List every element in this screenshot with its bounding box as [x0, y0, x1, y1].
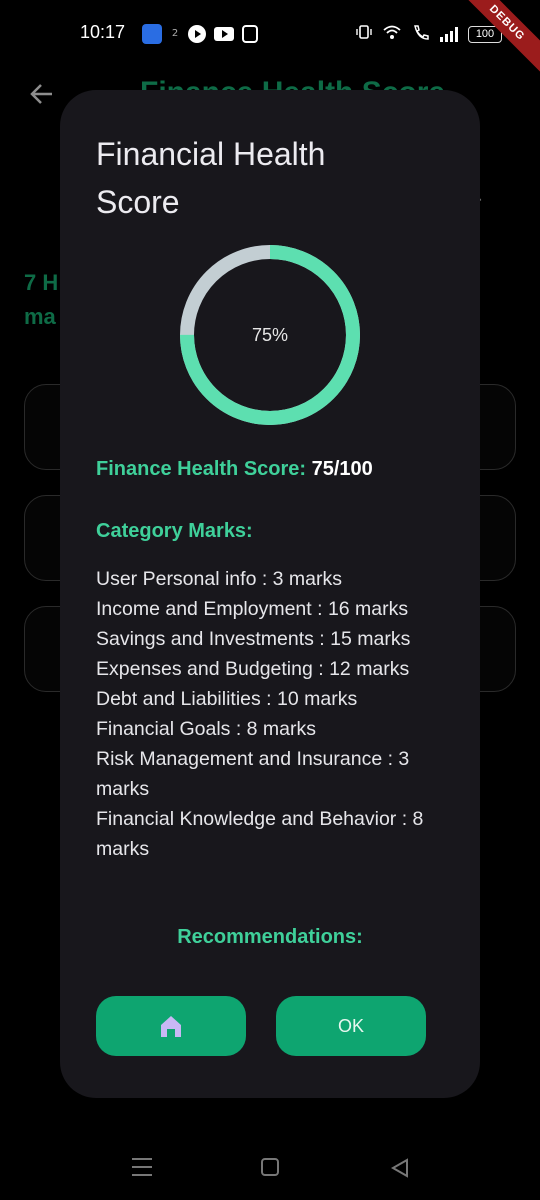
app-notification-icon	[142, 24, 162, 44]
category-item: Debt and Liabilities : 10 marks	[96, 688, 358, 710]
category-item: Risk Management and Insurance : 3 marks	[96, 748, 410, 800]
home-button[interactable]	[96, 996, 246, 1056]
score-label: Finance Health Score:	[96, 458, 307, 480]
play-icon	[188, 25, 206, 43]
screenshot-icon	[242, 25, 258, 43]
category-item: Expenses and Budgeting : 12 marks	[96, 658, 410, 680]
recent-apps-icon[interactable]	[132, 1158, 152, 1176]
status-time: 10:17	[80, 22, 126, 42]
system-navigation-bar	[0, 1150, 540, 1190]
dialog-title: Financial Health Score	[96, 136, 326, 220]
home-nav-icon[interactable]	[261, 1158, 279, 1176]
background-heading: 7 H ma	[24, 266, 58, 334]
category-item: Income and Employment : 16 marks	[96, 598, 409, 620]
score-line: Finance Health Score: 75/100	[96, 458, 373, 481]
wifi-icon	[382, 24, 402, 44]
status-bar: 10:17 2 100	[0, 0, 540, 68]
system-icons: 100	[356, 24, 502, 44]
recommendations-heading: Recommendations:	[177, 926, 363, 948]
health-score-dialog: Financial Health Score 75% Finance Healt…	[60, 90, 480, 1098]
small-notification-icon: 2	[171, 28, 179, 39]
back-arrow-icon[interactable]	[28, 80, 58, 110]
background-heading-line2: ma	[24, 304, 56, 329]
ok-button[interactable]: OK	[276, 996, 426, 1056]
category-item: User Personal info : 3 marks	[96, 568, 343, 590]
score-value: 75/100	[311, 458, 373, 480]
category-list: User Personal info : 3 marks Income and …	[96, 564, 456, 864]
home-icon	[161, 1016, 181, 1037]
back-nav-icon[interactable]	[390, 1158, 410, 1178]
vibrate-icon	[356, 24, 372, 44]
notification-icons: 2	[142, 24, 258, 44]
background-heading-line1: 7 H	[24, 270, 59, 295]
youtube-icon	[214, 27, 234, 41]
category-item: Savings and Investments : 15 marks	[96, 628, 411, 650]
signal-icon	[440, 26, 458, 42]
gauge-percent-label: 75%	[251, 324, 289, 345]
category-item: Financial Goals : 8 marks	[96, 718, 316, 740]
category-item: Financial Knowledge and Behavior : 8 mar…	[96, 808, 424, 860]
call-wifi-icon	[412, 24, 430, 44]
category-heading: Category Marks:	[96, 520, 253, 542]
